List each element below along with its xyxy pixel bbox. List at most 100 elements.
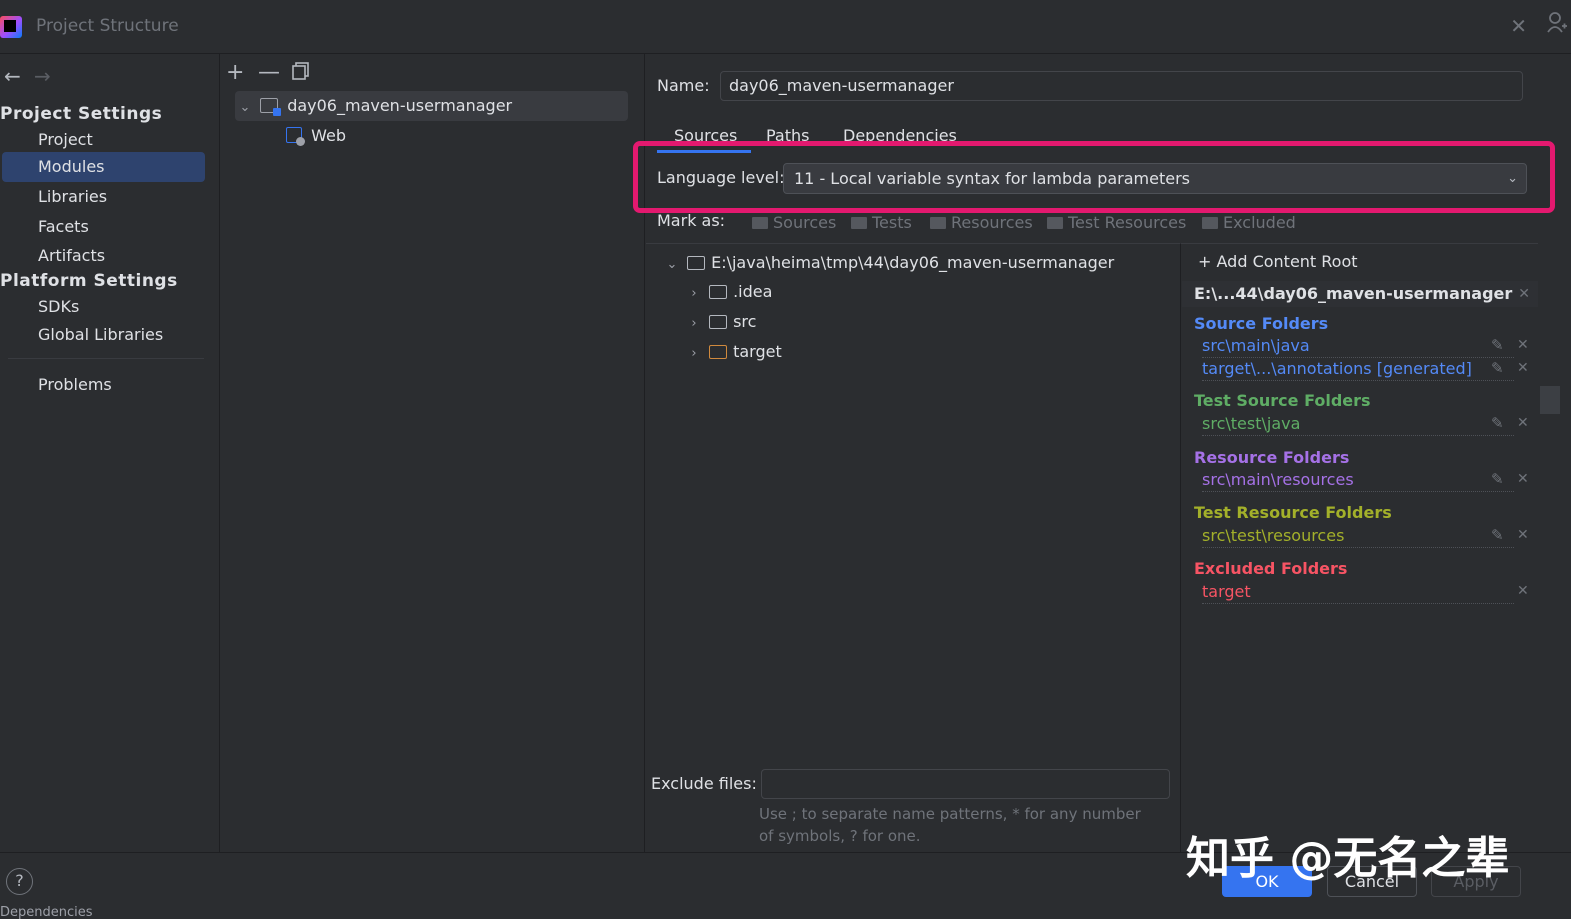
folder-icon [851,217,867,229]
mark-test-resources-button[interactable]: Test Resources [1047,213,1186,232]
tree-item-idea[interactable]: › .idea [684,277,772,307]
title-bar: Project Structure ✕ [0,0,1571,54]
forward-arrow-icon[interactable]: → [34,64,51,88]
test-resource-folder-item: src\test\resources [1202,526,1514,548]
chevron-down-icon[interactable]: ⌄ [662,250,682,280]
content-root-header: E:\...44\day06_maven-usermanager ✕ [1182,281,1538,307]
test-resource-folders-title: Test Resource Folders [1194,503,1392,522]
hint-line-1: Use ; to separate name patterns, * for a… [759,805,1141,823]
chevron-right-icon[interactable]: › [684,279,704,309]
web-facet-icon [286,127,305,146]
intellij-logo-icon [0,16,22,38]
tree-root-path: E:\java\heima\tmp\44\day06_maven-userman… [711,253,1115,272]
delete-icon[interactable]: ✕ [1517,471,1529,487]
chevron-right-icon[interactable]: › [684,309,704,339]
scrollbar-thumb[interactable] [1540,386,1560,414]
sidebar-divider [8,358,204,359]
sidebar-item-artifacts[interactable]: Artifacts [2,241,205,271]
remove-icon[interactable]: — [258,60,280,85]
mark-resources-button[interactable]: Resources [930,213,1033,232]
plus-icon: + [1198,252,1212,271]
add-icon[interactable]: + [226,60,244,85]
module-tree-root[interactable]: ⌄ day06_maven-usermanager [235,91,628,121]
module-name-field[interactable]: day06_maven-usermanager [720,71,1523,101]
hint-line-2: of symbols, ? for one. [759,827,921,845]
edit-icon[interactable]: ✎ [1491,336,1504,354]
tree-item-label: src [733,312,757,331]
help-icon[interactable]: ? [6,868,33,895]
delete-icon[interactable]: ✕ [1517,415,1529,431]
sidebar-item-global-libraries[interactable]: Global Libraries [2,320,205,350]
delete-icon[interactable]: ✕ [1517,337,1529,353]
delete-icon[interactable]: ✕ [1517,583,1529,599]
resource-folders-title: Resource Folders [1194,448,1350,467]
name-label: Name: [657,76,710,95]
edit-icon[interactable]: ✎ [1491,359,1504,377]
chevron-right-icon[interactable]: › [684,339,704,369]
excluded-folder-icon [709,345,728,359]
web-facet-label: Web [311,126,346,145]
mark-sources-button[interactable]: Sources [752,213,836,232]
remove-root-icon[interactable]: ✕ [1518,281,1530,307]
folder-icon [1047,217,1063,229]
annotation-highlight-box [633,141,1555,213]
module-tree-web-facet[interactable]: Web [286,121,586,151]
test-source-folders-title: Test Source Folders [1194,391,1371,410]
source-folders-title: Source Folders [1194,314,1329,333]
module-icon [260,98,282,116]
project-settings-header: Project Settings [0,104,163,124]
module-name: day06_maven-usermanager [287,96,513,115]
folder-icon [709,315,728,329]
mark-tests-button[interactable]: Tests [851,213,912,232]
sidebar-item-project[interactable]: Project [2,125,205,155]
excluded-folder-item: target [1202,582,1514,604]
tree-item-src[interactable]: › src [684,307,756,337]
source-folder-item: src\main\java [1202,336,1514,358]
add-user-icon[interactable] [1547,10,1567,34]
tree-item-root[interactable]: ⌄ E:\java\heima\tmp\44\day06_maven-userm… [662,248,1115,280]
tree-item-target[interactable]: › target [684,337,782,369]
back-arrow-icon[interactable]: ← [4,64,21,88]
sidebar-item-libraries[interactable]: Libraries [2,182,205,212]
folder-icon [752,217,768,229]
zhihu-watermark: 知乎 @无名之辈 [1186,833,1510,884]
folder-icon [1202,217,1218,229]
platform-settings-header: Platform Settings [0,271,178,291]
delete-icon[interactable]: ✕ [1517,360,1529,376]
copy-icon[interactable] [292,62,310,80]
mark-tests-label: Tests [872,213,912,232]
exclude-files-hint: Use ; to separate name patterns, * for a… [759,803,1179,847]
exclude-files-label: Exclude files: [651,774,757,793]
tree-item-label: .idea [733,282,773,301]
edit-icon[interactable]: ✎ [1491,526,1504,544]
edit-icon[interactable]: ✎ [1491,414,1504,432]
edit-icon[interactable]: ✎ [1491,470,1504,488]
window-title: Project Structure [36,16,179,36]
mark-sources-label: Sources [773,213,837,232]
mark-resources-label: Resources [951,213,1033,232]
sidebar-item-facets[interactable]: Facets [2,212,205,242]
chevron-down-icon[interactable]: ⌄ [235,93,255,123]
exclude-files-input[interactable] [761,769,1170,799]
mark-as-label: Mark as: [657,211,726,230]
close-icon[interactable]: ✕ [1510,14,1527,38]
excluded-folders-title: Excluded Folders [1194,559,1348,578]
status-bar-fragment: Dependencies [0,905,93,919]
mark-excluded-button[interactable]: Excluded [1202,213,1296,232]
delete-icon[interactable]: ✕ [1517,527,1529,543]
resource-folder-item: src\main\resources [1202,470,1514,492]
module-tree-panel: + — ⌄ day06_maven-usermanager Web [220,54,645,852]
sidebar-item-sdks[interactable]: SDKs [2,292,205,322]
folder-icon [687,256,706,270]
sidebar-item-modules[interactable]: Modules [2,152,205,182]
add-content-root-button[interactable]: + Add Content Root [1198,252,1358,271]
mark-test-resources-label: Test Resources [1068,213,1187,232]
folder-icon [709,285,728,299]
add-content-root-label: Add Content Root [1216,252,1358,271]
mark-excluded-label: Excluded [1223,213,1296,232]
source-folder-item: target\...\annotations [generated] [1202,359,1514,381]
content-root-path: E:\...44\day06_maven-usermanager [1194,284,1513,303]
sidebar-item-problems[interactable]: Problems [2,370,205,400]
tree-item-label: target [733,342,782,361]
test-source-folder-item: src\test\java [1202,414,1514,436]
